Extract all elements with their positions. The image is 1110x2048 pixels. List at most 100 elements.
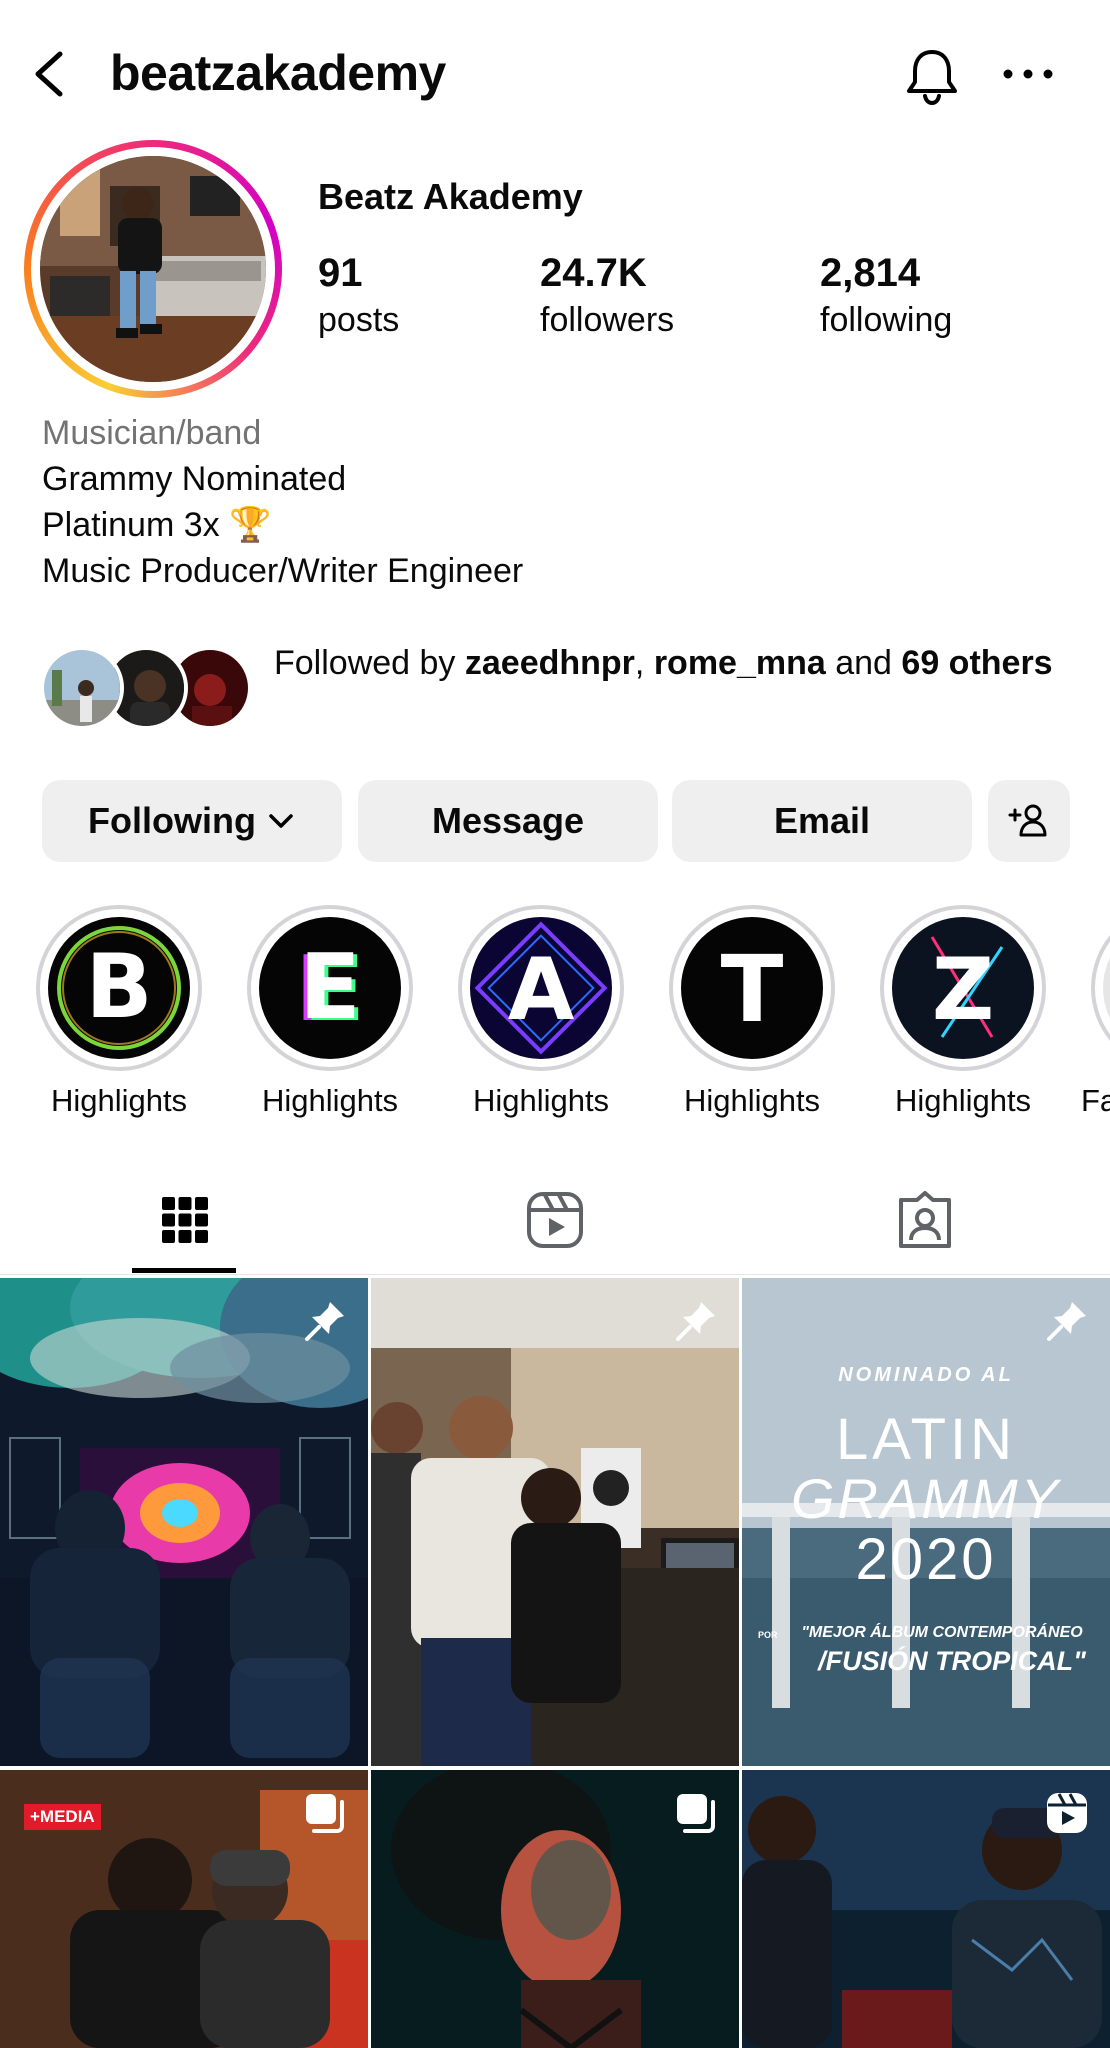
highlight-label: Highlights [472,1083,610,1118]
more-options-button[interactable] [1000,54,1056,94]
following-button-label: Following [88,800,256,841]
message-button[interactable]: Message [358,780,658,862]
back-button[interactable] [28,46,72,102]
followers-label: followers [540,301,675,339]
highlight-cover: E E E [259,917,401,1059]
highlight-letter: B [85,935,152,1038]
following-label: following [820,301,953,339]
bio-line: Grammy Nominated [42,460,347,498]
highlight-label: Highlights [683,1083,821,1118]
follower-username[interactable]: zaeedhnpr [465,644,635,682]
chevron-left-icon [35,51,63,97]
tabs-divider [0,1274,1110,1275]
highlight-item[interactable]: T Highlights [657,905,847,1119]
following-count: 2,814 [820,251,921,295]
notifications-button[interactable] [900,44,964,108]
profile-avatar[interactable] [40,156,266,382]
suggested-accounts-button[interactable] [988,780,1070,862]
highlight-item[interactable]: Fa [1079,905,1110,1119]
post-overlay-latin: LATIN [835,1407,1017,1472]
post-thumbnail[interactable]: NOMINADO AL LATIN GRAMMY 2020 POR "MEJOR… [742,1278,1110,1766]
posts-stat[interactable]: 91 posts [318,248,399,342]
following-button[interactable]: Following [42,780,342,862]
highlight-cover: Z [892,917,1034,1059]
highlight-letter: Z [932,940,994,1040]
profile-display-name: Beatz Akademy [318,176,583,217]
followed-by-others[interactable]: 69 others [901,644,1052,682]
post-overlay-grammy: GRAMMY [791,1467,1061,1530]
post-thumbnail[interactable] [742,1770,1110,2048]
followed-by-section[interactable]: Followed by zaeedhnpr, rome_mna and 69 o… [40,640,1080,740]
bell-icon [907,50,957,106]
post-overlay-category1: "MEJOR ÁLBUM CONTEMPORÁNEO [801,1624,1083,1641]
selected-tab-indicator [132,1268,236,1273]
following-stat[interactable]: 2,814 following [820,248,952,342]
tagged-icon [899,1191,951,1248]
posts-label: posts [318,301,400,339]
post-thumbnail[interactable] [371,1770,739,2048]
profile-actions: Following Message Email [42,780,1072,862]
followed-by-text: Followed by zaeedhnpr, rome_mna and 69 o… [274,640,1074,686]
highlight-letter: A [508,940,575,1040]
highlight-letter: T [721,936,784,1043]
post-thumbnail[interactable]: +MEDIA [0,1770,368,2048]
followed-by-prefix: Followed by [274,644,465,682]
profile-category: Musician/band [42,414,262,452]
followers-count: 24.7K [540,251,647,295]
posts-count: 91 [318,251,363,295]
highlight-ring: A [458,905,624,1071]
post-thumbnail[interactable] [0,1278,368,1766]
highlight-cover: B [48,917,190,1059]
post-thumbnail[interactable] [371,1278,739,1766]
message-button-label: Message [431,800,585,841]
pin-icon [1047,1302,1086,1341]
grid-icon [162,1197,208,1243]
highlight-label: Highlights [50,1083,188,1118]
carousel-icon [306,1794,344,1833]
story-highlights: B Highlights E E E Highlights A Highligh… [0,905,1110,1125]
post-overlay-year: 2020 [855,1527,997,1592]
pin-icon [305,1302,344,1341]
bio-line: Music Producer/Writer Engineer [42,552,524,590]
profile-tabs [0,1165,1110,1275]
profile-username: beatzakademy [110,45,446,101]
highlight-cover [1103,917,1110,1059]
highlight-item[interactable]: Z Highlights [868,905,1058,1119]
tab-reels[interactable] [370,1165,740,1275]
highlight-cover: T [681,917,823,1059]
post-overlay-nominado: NOMINADO AL [838,1364,1014,1386]
follower-username[interactable]: rome_mna [654,644,826,682]
highlight-label: Highlights [894,1083,1032,1118]
followers-stat[interactable]: 24.7K followers [540,248,674,342]
highlight-ring: Z [880,905,1046,1071]
reel-icon [1047,1793,1087,1833]
more-horizontal-icon [1003,69,1053,79]
highlight-ring [1091,905,1110,1071]
carousel-icon [677,1794,715,1833]
highlight-label: Fa [1081,1083,1110,1118]
followed-by-separator: , [634,644,654,682]
email-button[interactable]: Email [672,780,972,862]
highlight-ring: T [669,905,835,1071]
highlight-cover: A [470,917,612,1059]
add-person-icon [1008,804,1047,837]
bio-line: Platinum 3x 🏆 [42,506,272,544]
highlight-item[interactable]: E E E Highlights [235,905,425,1119]
reels-icon [527,1192,583,1248]
followed-by-and: and [825,644,902,682]
profile-bio: Musician/band Grammy Nominated Platinum … [42,410,523,594]
post-overlay-category2: /FUSIÓN TROPICAL" [818,1646,1086,1676]
highlight-item[interactable]: B Highlights [24,905,214,1119]
email-button-label: Email [773,800,871,841]
tab-grid[interactable] [0,1165,370,1275]
tab-tagged[interactable] [740,1165,1110,1275]
highlight-letter: E [299,935,360,1040]
highlight-ring: B [36,905,202,1071]
follower-avatar [40,646,124,730]
media-tag: +MEDIA [24,1804,101,1830]
chevron-down-icon [269,814,293,828]
highlight-label: Highlights [261,1083,399,1118]
highlight-item[interactable]: A Highlights [446,905,636,1119]
highlight-ring: E E E [247,905,413,1071]
pin-icon [676,1302,715,1341]
